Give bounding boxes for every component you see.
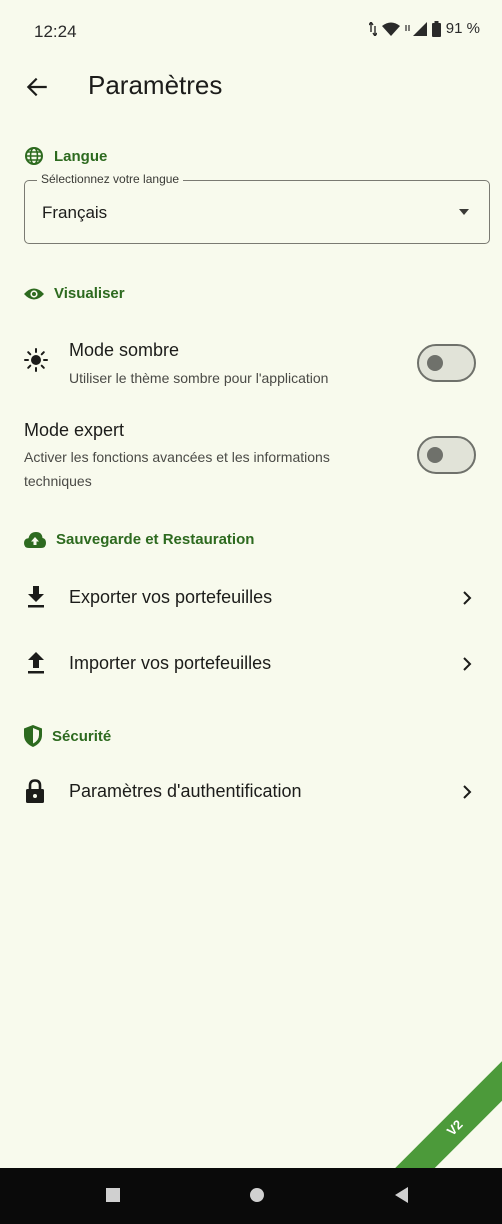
- section-title-language: Langue: [54, 147, 108, 165]
- section-header-language: Langue: [24, 146, 107, 166]
- chevron-right-icon: [463, 657, 472, 671]
- expert-mode-subtitle-line1: Activer les fonctions avancées et les in…: [24, 449, 330, 465]
- app-bar: Paramètres: [0, 66, 502, 106]
- auth-settings-row[interactable]: Paramètres d'authentification: [0, 768, 502, 816]
- signal-icon: [405, 21, 427, 36]
- chevron-right-icon: [463, 591, 472, 605]
- data-arrows-icon: [368, 21, 377, 36]
- expert-mode-row[interactable]: Mode expert Activer les fonctions avancé…: [0, 418, 502, 494]
- section-header-security: Sécurité: [24, 725, 111, 747]
- recents-square-icon[interactable]: [104, 1186, 122, 1204]
- system-navigation-bar: [0, 1168, 502, 1224]
- upload-icon: [28, 652, 44, 674]
- language-select[interactable]: Sélectionnez votre langue Français: [24, 172, 490, 244]
- brightness-icon: [24, 348, 48, 372]
- section-header-visualiser: Visualiser: [24, 285, 125, 302]
- page-title: Paramètres: [88, 70, 223, 100]
- globe-icon: [25, 147, 43, 165]
- section-title-backup: Sauvegarde et Restauration: [56, 531, 255, 548]
- toggle-knob: [427, 447, 443, 463]
- language-select-value: Français: [42, 203, 108, 222]
- import-wallets-label: Importer vos portefeuilles: [69, 653, 272, 673]
- status-time: 12:24: [34, 22, 77, 41]
- dark-mode-toggle[interactable]: [417, 344, 476, 382]
- section-title-security: Sécurité: [52, 727, 112, 745]
- caret-down-icon: [459, 209, 469, 215]
- language-select-label: Sélectionnez votre langue: [37, 172, 184, 186]
- shield-icon: [24, 725, 42, 747]
- version-ribbon-label: V2: [443, 1116, 466, 1139]
- battery-icon: [431, 20, 441, 37]
- lock-icon: [26, 779, 44, 803]
- expert-mode-toggle[interactable]: [417, 436, 476, 474]
- export-wallets-label: Exporter vos portefeuilles: [69, 587, 273, 607]
- eye-icon: [24, 288, 44, 299]
- expert-mode-subtitle-line2: techniques: [24, 473, 92, 489]
- status-icons: 91 %: [368, 20, 480, 37]
- expert-mode-title: Mode expert: [24, 420, 125, 440]
- import-wallets-row[interactable]: Importer vos portefeuilles: [0, 640, 502, 688]
- chevron-right-icon: [463, 785, 472, 799]
- dark-mode-title: Mode sombre: [69, 340, 180, 360]
- wifi-icon: [381, 22, 400, 36]
- battery-level: 91 %: [445, 20, 480, 37]
- status-bar: 12:24 91 %: [0, 0, 502, 66]
- back-triangle-icon[interactable]: [393, 1186, 409, 1204]
- dark-mode-subtitle: Utiliser le thème sombre pour l'applicat…: [69, 370, 329, 386]
- cloud-upload-icon: [24, 531, 46, 548]
- dark-mode-row[interactable]: Mode sombre Utiliser le thème sombre pou…: [0, 336, 502, 392]
- home-circle-icon[interactable]: [248, 1186, 266, 1204]
- section-header-backup: Sauvegarde et Restauration: [24, 531, 254, 548]
- toggle-knob: [427, 355, 443, 371]
- export-wallets-row[interactable]: Exporter vos portefeuilles: [0, 574, 502, 622]
- section-title-visualiser: Visualiser: [54, 285, 125, 302]
- auth-settings-label: Paramètres d'authentification: [69, 781, 302, 801]
- download-icon: [28, 586, 44, 608]
- back-arrow-icon[interactable]: [24, 74, 50, 100]
